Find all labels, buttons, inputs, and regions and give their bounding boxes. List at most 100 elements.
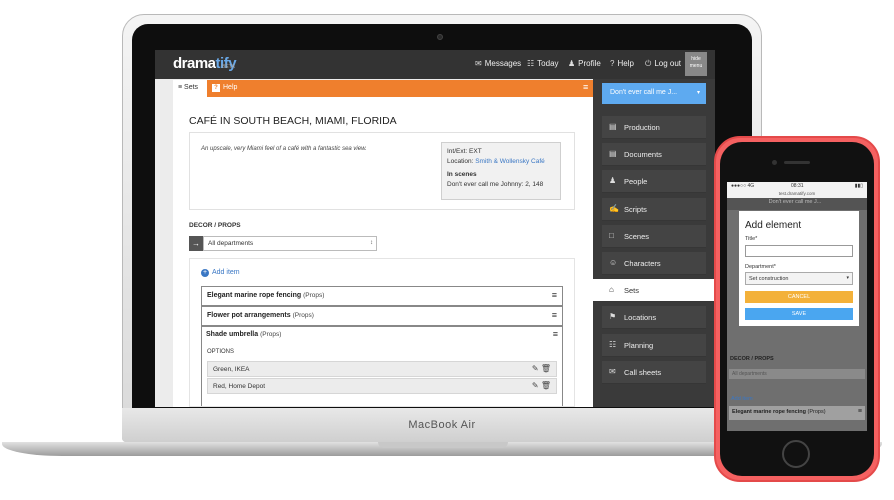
nav-profile[interactable]: ♟ Profile [568, 59, 601, 68]
chevron-down-icon: ▾ [846, 275, 849, 281]
option-row[interactable]: Red, Home Depot ✎ 🗑 [207, 378, 557, 394]
laptop-notch [378, 442, 508, 448]
sidebar-item-label: Scenes [624, 231, 650, 241]
modal-title: Add element [745, 220, 802, 231]
edit-delete-icon[interactable]: ✎ 🗑 [532, 364, 551, 373]
title-label: Title* [745, 236, 758, 242]
select-caret-icon: ↕ [370, 240, 373, 246]
tab-sets[interactable]: ≡ Sets [173, 80, 207, 97]
department-select-value: All departments [208, 240, 254, 247]
calendar-icon: ☷ [527, 59, 535, 68]
add-item-button[interactable]: + Add item [201, 269, 240, 277]
title-input[interactable] [745, 245, 853, 257]
scenes-icon: □ [609, 230, 614, 240]
item-row[interactable]: Shade umbrella (Props) ≡ [201, 326, 563, 346]
sidebar-item-scenes[interactable]: □ Scenes [602, 224, 706, 248]
sidebar-item-label: Characters [624, 259, 661, 268]
phone-add-item: Add item [731, 396, 753, 402]
department-dropdown[interactable]: Set construction ▾ [745, 272, 853, 285]
characters-icon: ☺ [609, 258, 618, 267]
phone-item-row: Elegant marine rope fencing (Props) ≡ [729, 406, 865, 420]
nav-help[interactable]: ? Help [610, 59, 634, 68]
sidebar-item-production[interactable]: ▤ Production [602, 116, 706, 139]
help-icon: ? [212, 84, 220, 92]
sidebar-item-label: Locations [624, 313, 657, 323]
item-name: Shade umbrella [206, 331, 259, 338]
help-icon: ? [610, 59, 615, 68]
item-type: (Props) [807, 409, 826, 415]
sidebar-item-label: Scripts [624, 204, 647, 214]
hide-menu-line1: hide [691, 56, 701, 62]
sidebar-item-label: Planning [624, 340, 654, 350]
planning-icon: ☷ [609, 339, 617, 349]
in-scenes-value: Don't ever call me Johnny: 2, 148 [447, 181, 544, 188]
laptop-brand: MacBook Air [408, 419, 476, 431]
production-icon: ▤ [609, 122, 617, 131]
documents-icon: ▤ [609, 149, 617, 159]
row-menu-icon[interactable]: ≡ [552, 290, 557, 300]
signal-icon: ●●●○○ 4G [731, 183, 755, 189]
add-item-label: Add item [212, 269, 240, 276]
int-ext: Int/Ext: EXT [447, 148, 482, 155]
sidebar-item-documents[interactable]: ▤ Documents [602, 143, 706, 167]
user-icon: ♟ [568, 59, 576, 68]
options-label: OPTIONS [207, 349, 235, 355]
location-label: Location: [447, 158, 476, 165]
item-type: (Props) [303, 292, 325, 299]
plus-icon: + [201, 269, 209, 277]
sidebar-item-planning[interactable]: ☷ Planning [602, 333, 706, 357]
tab-help-label: Help [223, 84, 238, 91]
phone-department-select: All departments [729, 369, 865, 379]
nav-label: Log out [654, 59, 682, 68]
sidebar-item-people[interactable]: ♟ People [602, 170, 706, 194]
laptop-screen: dramatify BETA ✉ Messages ☷ Today ♟ Profile… [155, 50, 715, 407]
decor-props-label: DECOR / PROPS [189, 222, 241, 229]
project-name: Don't ever call me J... [610, 89, 678, 96]
nav-logout[interactable]: ⏻ Log out [645, 59, 681, 69]
department-value: Set construction [749, 276, 789, 282]
save-button[interactable]: SAVE [745, 308, 853, 320]
row-menu-icon: ≡ [857, 408, 862, 415]
phone-status-bar: ●●●○○ 4G 08:31 ▮▮▯ [727, 182, 867, 191]
item-name: Elegant marine rope fencing [732, 409, 806, 415]
project-select[interactable]: Don't ever call me J... ▾ [602, 83, 706, 104]
item-row[interactable]: Elegant marine rope fencing (Props) ≡ [201, 286, 563, 306]
location-link[interactable]: Smith & Wollensky Café [475, 158, 545, 165]
item-name: Elegant marine rope fencing [207, 292, 302, 299]
nav-today[interactable]: ☷ Today [527, 59, 559, 68]
row-menu-icon[interactable]: ≡ [553, 329, 558, 339]
nav-label: Profile [578, 59, 601, 68]
tab-help[interactable]: ? Help [209, 80, 237, 97]
arrow-right-icon[interactable]: → [189, 236, 203, 251]
option-row[interactable]: Green, IKEA ✎ 🗑 [207, 361, 557, 377]
phone-url-bar[interactable]: test.dramatify.com [727, 191, 867, 198]
item-name: Flower pot arrangements [207, 312, 291, 319]
sidebar-item-locations[interactable]: ⚑ Locations [602, 306, 706, 330]
item-type: (Props) [292, 312, 314, 319]
hide-menu-button[interactable]: hide menu [685, 52, 707, 76]
nav-label: Today [537, 59, 559, 68]
phone-decor-label: DECOR / PROPS [730, 356, 774, 362]
phone-time: 08:31 [791, 183, 804, 189]
item-row[interactable]: Flower pot arrangements (Props) ≡ [201, 306, 563, 326]
sidebar-item-sets[interactable]: ⌂ Sets [593, 279, 715, 303]
logo-beta: BETA [222, 64, 235, 70]
edit-delete-icon[interactable]: ✎ 🗑 [532, 381, 551, 390]
nav-label: Messages [484, 59, 522, 68]
sidebar-item-scripts[interactable]: ✍ Scripts [602, 197, 706, 221]
chevron-down-icon: ▾ [696, 90, 700, 96]
department-select[interactable]: All departments ↕ [203, 236, 377, 251]
sidebar-item-call-sheets[interactable]: ✉ Call sheets [602, 360, 706, 384]
battery-icon: ▮▮▯ [854, 183, 863, 189]
home-button[interactable] [782, 440, 810, 468]
phone-camera-icon [772, 160, 777, 165]
set-info-box: Int/Ext: EXT Location: Smith & Wollensky… [441, 142, 561, 200]
hamburger-icon[interactable]: ≡ [583, 82, 588, 92]
sidebar-item-label: Call sheets [624, 367, 662, 377]
row-menu-icon[interactable]: ≡ [552, 310, 557, 320]
locations-icon: ⚑ [609, 312, 617, 322]
sidebar-item-characters[interactable]: ☺ Characters [602, 252, 706, 275]
cancel-button[interactable]: CANCEL [745, 291, 853, 303]
nav-messages[interactable]: ✉ Messages [475, 59, 521, 68]
phone-project-title: Don't ever call me J... [768, 199, 822, 205]
